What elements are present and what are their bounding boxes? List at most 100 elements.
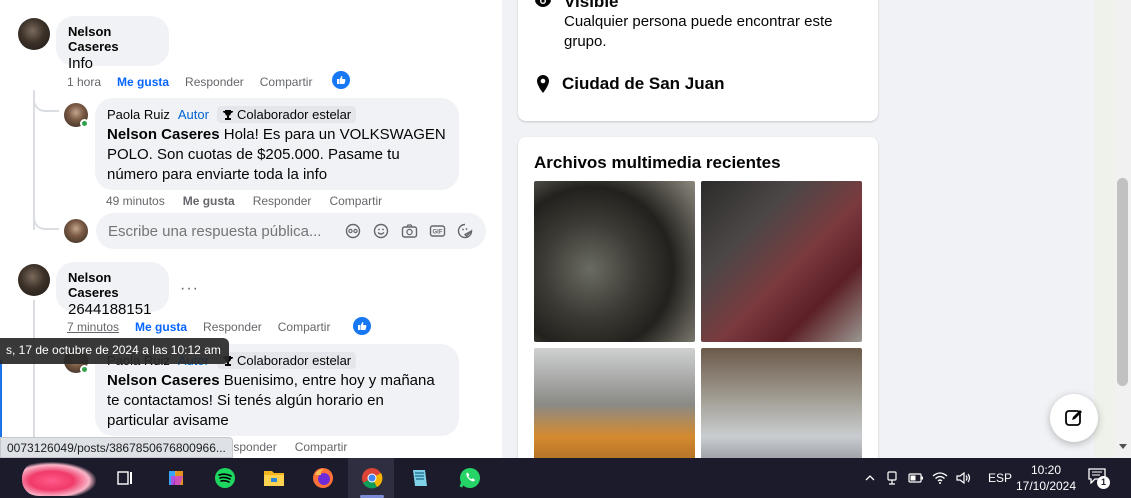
like-button[interactable]: Me gusta — [183, 194, 235, 208]
visibility-description: Cualquier persona puede encontrar este g… — [564, 13, 833, 50]
avatar[interactable] — [18, 18, 50, 50]
taskbar: ESP 10:20 17/10/2024 1 — [0, 458, 1131, 498]
new-message-button[interactable] — [1050, 394, 1098, 442]
scrollbar[interactable] — [1114, 0, 1131, 458]
reply-time[interactable]: 49 minutos — [106, 194, 165, 208]
badge-label: Colaborador estelar — [236, 107, 352, 122]
recent-media-card: Archivos multimedia recientes — [518, 137, 878, 498]
clock-date: 17/10/2024 — [1015, 479, 1077, 493]
eye-icon — [535, 0, 551, 7]
comment-text: Info — [68, 55, 94, 72]
like-button[interactable]: Me gusta — [135, 320, 187, 334]
about-card: Visible Cualquier persona puede encontra… — [518, 0, 878, 121]
volume-icon[interactable] — [952, 472, 976, 484]
reply-input[interactable] — [108, 222, 338, 240]
chevron-up-icon[interactable] — [860, 475, 880, 481]
sidebar: Visible Cualquier persona puede encontra… — [502, 0, 1114, 498]
notifications-button[interactable]: 1 — [1088, 468, 1110, 489]
reply-author[interactable]: Paola Ruiz — [107, 107, 170, 122]
comments-feed: Nelson Caseres Info 1 hora Me gusta Resp… — [0, 0, 502, 458]
reply-actions: Responder Compartir — [218, 440, 347, 454]
scroll-down-icon[interactable] — [1119, 444, 1127, 449]
page-gutter — [1094, 0, 1114, 458]
sticker-icon[interactable] — [456, 222, 474, 240]
reply-actions: 49 minutos Me gusta Responder Compartir — [106, 194, 382, 208]
reply-input-box[interactable]: GIF — [96, 213, 486, 249]
comment-bubble: Nelson Caseres 2644188151 — [56, 262, 169, 318]
reply-button[interactable]: Responder — [203, 320, 262, 334]
comment-time[interactable]: 7 minutos — [67, 320, 119, 334]
gif-icon[interactable]: GIF — [428, 222, 446, 240]
like-reaction-icon[interactable] — [353, 317, 371, 335]
chrome-icon[interactable] — [360, 466, 384, 490]
reply-tools: GIF — [344, 222, 474, 240]
notes-app-icon[interactable] — [408, 466, 432, 490]
online-status-icon — [80, 365, 89, 374]
reply-bubble: Paola Ruiz Autor Colaborador estelar Nel… — [95, 98, 459, 190]
online-status-icon — [80, 119, 89, 128]
share-button[interactable]: Compartir — [329, 194, 382, 208]
mention[interactable]: Nelson Caseres — [107, 126, 220, 143]
whatsapp-icon[interactable] — [458, 466, 482, 490]
comment-time[interactable]: 1 hora — [67, 75, 101, 89]
media-grid — [534, 181, 862, 498]
avatar-sticker-icon[interactable] — [344, 222, 362, 240]
top-contributor-badge: Colaborador estelar — [216, 352, 357, 369]
status-bar-url: 0073126049/posts/3867850676800966... — [0, 437, 233, 458]
reply-button[interactable]: Responder — [253, 194, 312, 208]
widgets-icon[interactable] — [22, 462, 96, 496]
reply-button[interactable]: Responder — [185, 75, 244, 89]
clock[interactable]: 10:20 17/10/2024 — [1014, 462, 1078, 494]
spotify-icon[interactable] — [213, 466, 237, 490]
comment-text: 2644188151 — [68, 301, 152, 318]
mention[interactable]: Nelson Caseres — [107, 372, 220, 389]
battery-icon[interactable] — [904, 473, 928, 483]
comment-bubble: Nelson Caseres Info — [56, 16, 169, 72]
comment-actions: 1 hora Me gusta Responder Compartir — [67, 75, 312, 89]
author-row: Paola Ruiz Autor Colaborador estelar — [107, 106, 447, 123]
thread-connector — [33, 96, 59, 112]
current-user-avatar[interactable] — [64, 219, 88, 243]
top-contributor-badge: Colaborador estelar — [216, 106, 357, 123]
emoji-icon[interactable] — [372, 222, 390, 240]
visibility-title: Visible — [564, 0, 619, 11]
trophy-icon — [222, 109, 233, 120]
usb-device-icon[interactable] — [880, 471, 904, 485]
share-button[interactable]: Compartir — [260, 75, 313, 89]
system-tray: ESP — [860, 458, 1012, 498]
more-options-button[interactable]: ··· — [180, 280, 199, 298]
focus-edge — [0, 360, 2, 440]
like-reaction-icon[interactable] — [332, 71, 350, 89]
copilot-icon[interactable] — [164, 466, 188, 490]
visibility-row: Visible Cualquier persona puede encontra… — [534, 0, 854, 52]
location-pin-icon — [537, 75, 549, 93]
firefox-icon[interactable] — [311, 466, 335, 490]
svg-text:GIF: GIF — [432, 230, 442, 236]
reply-text: Nelson Caseres Buenisimo, entre hoy y ma… — [107, 371, 447, 431]
like-button[interactable]: Me gusta — [117, 75, 169, 89]
scrollbar-thumb[interactable] — [1117, 178, 1128, 386]
compose-icon — [1065, 410, 1082, 426]
share-button[interactable]: Compartir — [295, 440, 348, 454]
share-button[interactable]: Compartir — [278, 320, 331, 334]
task-view-icon[interactable] — [113, 466, 137, 490]
author-role: Autor — [177, 107, 209, 122]
recent-media-title: Archivos multimedia recientes — [534, 153, 781, 172]
avatar[interactable] — [18, 264, 50, 296]
wifi-icon[interactable] — [928, 472, 952, 484]
thread-line — [33, 300, 35, 440]
badge-label: Colaborador estelar — [236, 353, 352, 368]
thread-line — [33, 90, 35, 230]
media-photo-engine[interactable] — [534, 181, 695, 342]
file-explorer-icon[interactable] — [262, 466, 286, 490]
comment-author[interactable]: Nelson Caseres — [68, 24, 157, 54]
media-photo-interior[interactable] — [701, 181, 862, 342]
thread-connector — [33, 214, 59, 230]
language-indicator[interactable]: ESP — [988, 471, 1012, 485]
comment-actions: 7 minutos Me gusta Responder Compartir — [67, 320, 330, 334]
camera-icon[interactable] — [400, 222, 418, 240]
comment-author[interactable]: Nelson Caseres — [68, 270, 157, 300]
location-text[interactable]: Ciudad de San Juan — [562, 74, 724, 94]
timestamp-tooltip: s, 17 de octubre de 2024 a las 10:12 am — [0, 338, 229, 364]
location-row: Ciudad de San Juan — [536, 74, 724, 94]
